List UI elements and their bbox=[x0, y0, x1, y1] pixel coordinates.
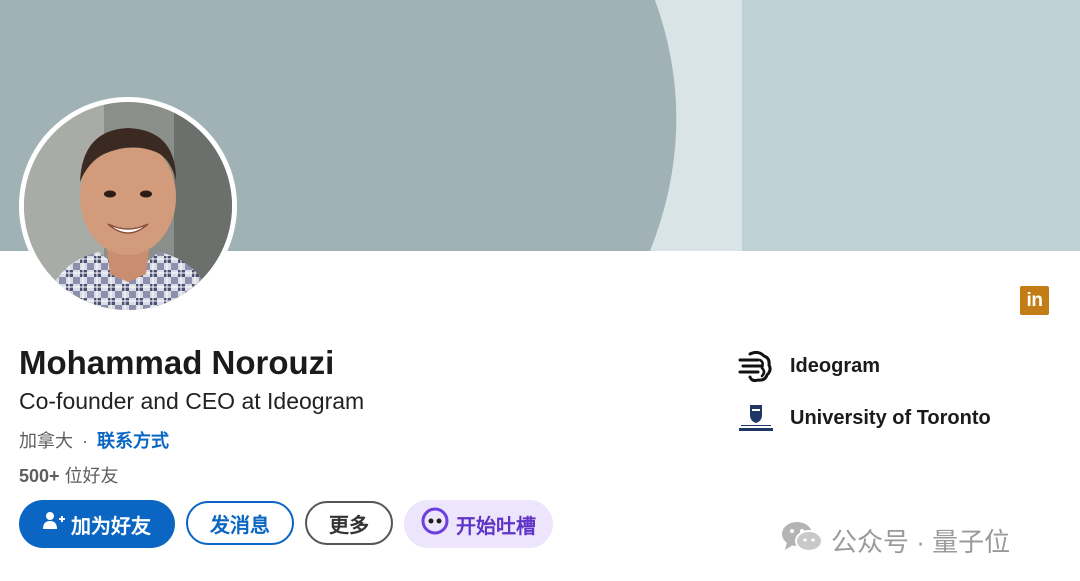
connect-button[interactable]: 加为好友 bbox=[19, 500, 175, 548]
org-ideogram[interactable]: Ideogram bbox=[738, 348, 880, 384]
profile-card: in Mohammad Norouzi Co-founder and CEO a… bbox=[0, 0, 1080, 581]
profile-location: 加拿大 bbox=[19, 431, 73, 451]
ai-roast-label: 开始吐槽 bbox=[456, 515, 536, 538]
ideogram-logo-icon bbox=[738, 350, 772, 383]
banner-right-panel bbox=[742, 0, 1080, 251]
profile-name: Mohammad Norouzi bbox=[19, 344, 335, 381]
ai-bot-icon bbox=[421, 507, 449, 541]
separator-dot: · bbox=[82, 431, 89, 451]
connections-count[interactable]: 500+ 位好友 bbox=[19, 462, 119, 488]
contact-info-link[interactable]: 联系方式 bbox=[97, 431, 169, 451]
wechat-icon bbox=[781, 520, 823, 561]
org-name-toronto: University of Toronto bbox=[790, 406, 991, 429]
wechat-watermark: 公众号 · 量子位 bbox=[781, 520, 1010, 561]
university-crest-icon bbox=[739, 405, 773, 431]
profile-headline: Co-founder and CEO at Ideogram bbox=[19, 388, 365, 414]
connections-number: 500+ bbox=[19, 466, 60, 486]
connections-label: 位好友 bbox=[64, 466, 119, 486]
more-button[interactable]: 更多 bbox=[305, 501, 393, 545]
location-row: 加拿大 · 联系方式 bbox=[19, 427, 169, 453]
message-button[interactable]: 发消息 bbox=[186, 501, 294, 545]
watermark-text: 公众号 · 量子位 bbox=[831, 527, 1011, 557]
connect-label: 加为好友 bbox=[71, 515, 151, 538]
org-name-ideogram: Ideogram bbox=[790, 354, 881, 377]
avatar[interactable] bbox=[19, 97, 237, 315]
avatar-photo bbox=[24, 102, 232, 310]
ai-roast-button[interactable]: 开始吐槽 bbox=[404, 500, 553, 548]
org-university-of-toronto[interactable]: University of Toronto bbox=[738, 403, 991, 433]
linkedin-icon[interactable]: in bbox=[1020, 286, 1049, 315]
add-person-icon bbox=[43, 511, 65, 537]
